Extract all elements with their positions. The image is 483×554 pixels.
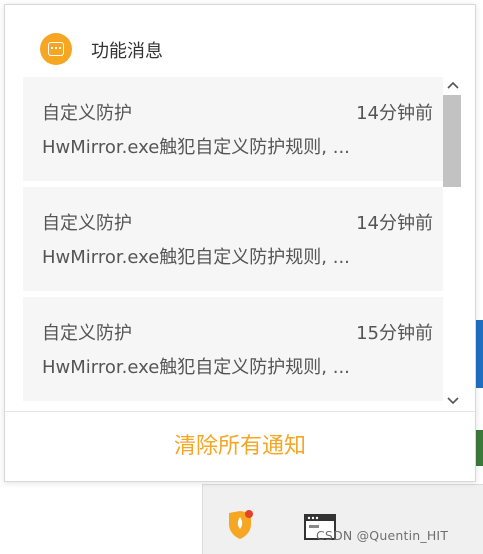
notification-message: HwMirror.exe触犯自定义防护规则, ...	[42, 137, 350, 158]
notification-time: 14分钟前	[356, 213, 433, 234]
scroll-up-arrow-icon[interactable]	[445, 77, 461, 93]
notification-message: HwMirror.exe触犯自定义防护规则, ...	[42, 247, 350, 268]
notification-list[interactable]: 自定义防护 14分钟前 HwMirror.exe触犯自定义防护规则, ... 自…	[23, 77, 443, 411]
notification-category: 自定义防护	[42, 323, 132, 344]
popup-header: 功能消息	[5, 5, 475, 77]
shield-icon[interactable]	[227, 510, 253, 540]
watermark: CSDN @Quentin_HIT	[316, 528, 449, 543]
notification-category: 自定义防护	[42, 213, 132, 234]
notification-item[interactable]: 自定义防护 15分钟前 HwMirror.exe触犯自定义防护规则, ...	[23, 297, 443, 401]
scrollbar-thumb[interactable]	[443, 95, 461, 187]
notification-item[interactable]: 自定义防护 14分钟前 HwMirror.exe触犯自定义防护规则, ...	[23, 77, 443, 181]
scroll-down-arrow-icon[interactable]	[445, 393, 461, 409]
notification-time: 14分钟前	[356, 103, 433, 124]
notification-item[interactable]: 自定义防护 14分钟前 HwMirror.exe触犯自定义防护规则, ...	[23, 187, 443, 291]
notification-time: 15分钟前	[356, 323, 433, 344]
background-window-edge	[475, 430, 483, 466]
notification-popup: 功能消息 自定义防护 14分钟前 HwMirror.exe触犯自定义防护规则, …	[4, 4, 476, 482]
clear-all-button[interactable]: 清除所有通知	[5, 412, 475, 482]
message-icon	[40, 33, 72, 65]
popup-title: 功能消息	[91, 41, 163, 62]
notification-message: HwMirror.exe触犯自定义防护规则, ...	[42, 357, 350, 378]
notification-category: 自定义防护	[42, 103, 132, 124]
